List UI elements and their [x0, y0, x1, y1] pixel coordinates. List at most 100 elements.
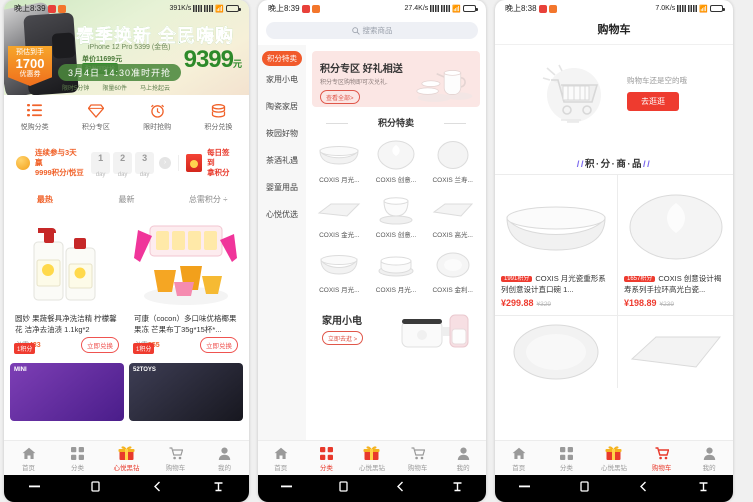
promo-button[interactable]: 查看全部> [320, 90, 360, 104]
back-icon[interactable] [637, 480, 650, 498]
tab-category[interactable]: 分类 [53, 445, 102, 472]
sidebar-item-select[interactable]: 心悦优选 [258, 201, 306, 228]
tab-home[interactable]: 首页 [4, 445, 53, 472]
quicknav-item-category[interactable]: 悦购分类 [4, 102, 65, 132]
promo-card-2[interactable]: 家用小电 立即去逛 > [312, 303, 480, 355]
grid-icon [543, 445, 591, 461]
points-product-card[interactable] [495, 316, 617, 388]
grid-item[interactable]: COXIS 创意... [369, 136, 424, 189]
points-product-card[interactable] [618, 316, 733, 388]
tab-label: 心悦黑钻 [113, 465, 140, 472]
tab-vip[interactable]: 心悦黑钻 [102, 445, 151, 472]
tab-label: 购物车 [407, 465, 428, 472]
phone-screen-cart: 晚上8:38 7.0K/s 📶 购物车 购物车还是空的哦 去逛逛 //积·分·商… [495, 0, 733, 502]
promo-card[interactable]: 积分专区 好礼相送 积分专区购物即可次兑礼. 查看全部> [312, 51, 480, 107]
product-card[interactable]: 1积分 可康（cocon）多口味优格椰果果冻 芒果布丁35g*15杯*... 必… [129, 216, 243, 359]
product-caption: COXIS 兰寿... [432, 177, 473, 184]
tab-mine[interactable]: 我的 [440, 445, 486, 472]
tab-vip[interactable]: 心悦黑钻 [349, 445, 395, 472]
tab-cart[interactable]: 购物车 [395, 445, 441, 472]
tab-mine[interactable]: 我的 [685, 445, 733, 472]
quicknav-label: 积分专区 [81, 124, 110, 131]
recent-apps-icon[interactable] [518, 480, 531, 498]
promo2-title: 家用小电 [322, 316, 362, 328]
grid-item[interactable]: COXIS 月光... [312, 136, 367, 189]
grid-item[interactable]: COXIS 金利... [425, 246, 480, 299]
tab-label: 心悦黑钻 [600, 465, 627, 472]
product-title: 圆妙 果蔬餐具净洗洁精 柠檬馨花 洁净去油渍 1.1kg*2 [15, 314, 117, 335]
signin-line-1: 连续参与3天赢 [35, 148, 77, 168]
exchange-button[interactable]: 立即兑换 [81, 337, 119, 354]
promo2-button[interactable]: 立即去逛 > [322, 331, 364, 346]
back-icon[interactable] [151, 480, 164, 498]
sidebar-item-ceramic[interactable]: 陶瓷家居 [258, 93, 306, 120]
product-image [624, 181, 727, 273]
quicknav-item-flash[interactable]: 限时抢购 [127, 102, 188, 132]
gift-icon [102, 445, 151, 461]
sort-tab-hot[interactable]: 最热 [4, 194, 86, 205]
tab-cart[interactable]: 购物车 [151, 445, 200, 472]
exchange-button[interactable]: 立即兑换 [200, 337, 238, 354]
signin-day[interactable]: 3 day [135, 152, 155, 178]
user-icon [200, 445, 249, 461]
search-input[interactable]: 搜索商品 [266, 22, 478, 39]
home-square-icon[interactable] [337, 480, 350, 498]
original-price: ¥329 [536, 301, 552, 308]
product-image [369, 191, 424, 229]
grid-item[interactable]: COXIS 兰寿... [425, 136, 480, 189]
page-title: 购物车 [495, 17, 733, 45]
sidebar-item-baby[interactable]: 婴童用品 [258, 174, 306, 201]
tab-label: 我的 [702, 465, 716, 472]
sidebar-item-tea[interactable]: 茶酒礼遇 [258, 147, 306, 174]
product-card[interactable]: 1积分 圆妙 果蔬餐具净洗洁精 柠檬馨花 洁净去油渍 1.1kg*2 必需433… [10, 216, 124, 359]
product-caption: COXIS 月光... [319, 177, 360, 184]
sidebar-item-appliance[interactable]: 家用小电 [258, 66, 306, 93]
daily-signin-bar[interactable]: 连续参与3天赢 9999积分/悦豆 1 day 2 day 3 day › 每日… [10, 143, 243, 184]
recent-apps-icon[interactable] [280, 480, 293, 498]
product-grid: COXIS 月光... COXIS 创意... COXIS 兰寿... COXI… [312, 136, 480, 299]
grid-item[interactable]: COXIS 金光... [312, 191, 367, 244]
tab-mine[interactable]: 我的 [200, 445, 249, 472]
bottom-tabbar-3: 首页 分类 心悦黑钻 购物车 我的 [495, 440, 733, 475]
assistant-icon[interactable] [451, 480, 464, 498]
sidebar-item-goods[interactable]: 筱园好物 [258, 120, 306, 147]
signin-day[interactable]: 2 day [113, 152, 133, 178]
grid-item[interactable]: COXIS 创意... [369, 191, 424, 244]
ad-banner-toys[interactable]: 52TOYS [129, 363, 243, 422]
grid-item[interactable]: COXIS 月光... [369, 246, 424, 299]
tab-home[interactable]: 首页 [258, 445, 304, 472]
grid-item[interactable]: COXIS 月光... [312, 246, 367, 299]
chevron-right-icon[interactable]: › [159, 157, 172, 170]
home-square-icon[interactable] [89, 480, 102, 498]
sidebar-item-jifen[interactable]: 积分特卖 [262, 51, 302, 66]
points-product-card[interactable]: 1657积分 COXIS 创意设计褐寿系列手拉环高光白瓷... ¥198.89 ¥2… [618, 175, 733, 315]
tab-label: 首页 [512, 465, 526, 472]
ad-tag: 52TOYS [133, 367, 156, 374]
tab-category[interactable]: 分类 [304, 445, 350, 472]
tab-category[interactable]: 分类 [543, 445, 591, 472]
sort-tab-new[interactable]: 最新 [86, 194, 168, 205]
divider [178, 155, 180, 172]
grid-item[interactable]: COXIS 高光... [425, 191, 480, 244]
go-shopping-button[interactable]: 去逛逛 [627, 92, 679, 111]
recent-apps-icon[interactable] [28, 480, 41, 498]
wifi-icon: 📶 [452, 5, 461, 13]
appliance-image [401, 314, 469, 348]
product-image [425, 246, 480, 284]
assistant-icon[interactable] [697, 480, 710, 498]
signin-day[interactable]: 1 day [91, 152, 111, 178]
points-badge: 1657积分 [624, 276, 656, 282]
home-square-icon[interactable] [578, 480, 591, 498]
quicknav-item-exchange[interactable]: 积分兑换 [188, 102, 249, 132]
sort-tab-points[interactable]: 总需积分 ÷ [167, 194, 249, 205]
back-icon[interactable] [394, 480, 407, 498]
tab-cart[interactable]: 购物车 [638, 445, 686, 472]
signin-cta[interactable]: 每日签到 拿积分 [207, 148, 237, 178]
quicknav-item-points[interactable]: 积分专区 [65, 102, 126, 132]
points-product-card[interactable]: 1991积分 COXIS 月光瓷重形系列创意设计直口碗 1... ¥299.88 ¥… [495, 175, 617, 315]
tab-label: 购物车 [165, 465, 186, 472]
ad-banner-mini[interactable]: MINI [10, 363, 124, 422]
tab-vip[interactable]: 心悦黑钻 [590, 445, 638, 472]
assistant-icon[interactable] [212, 480, 225, 498]
tab-home[interactable]: 首页 [495, 445, 543, 472]
